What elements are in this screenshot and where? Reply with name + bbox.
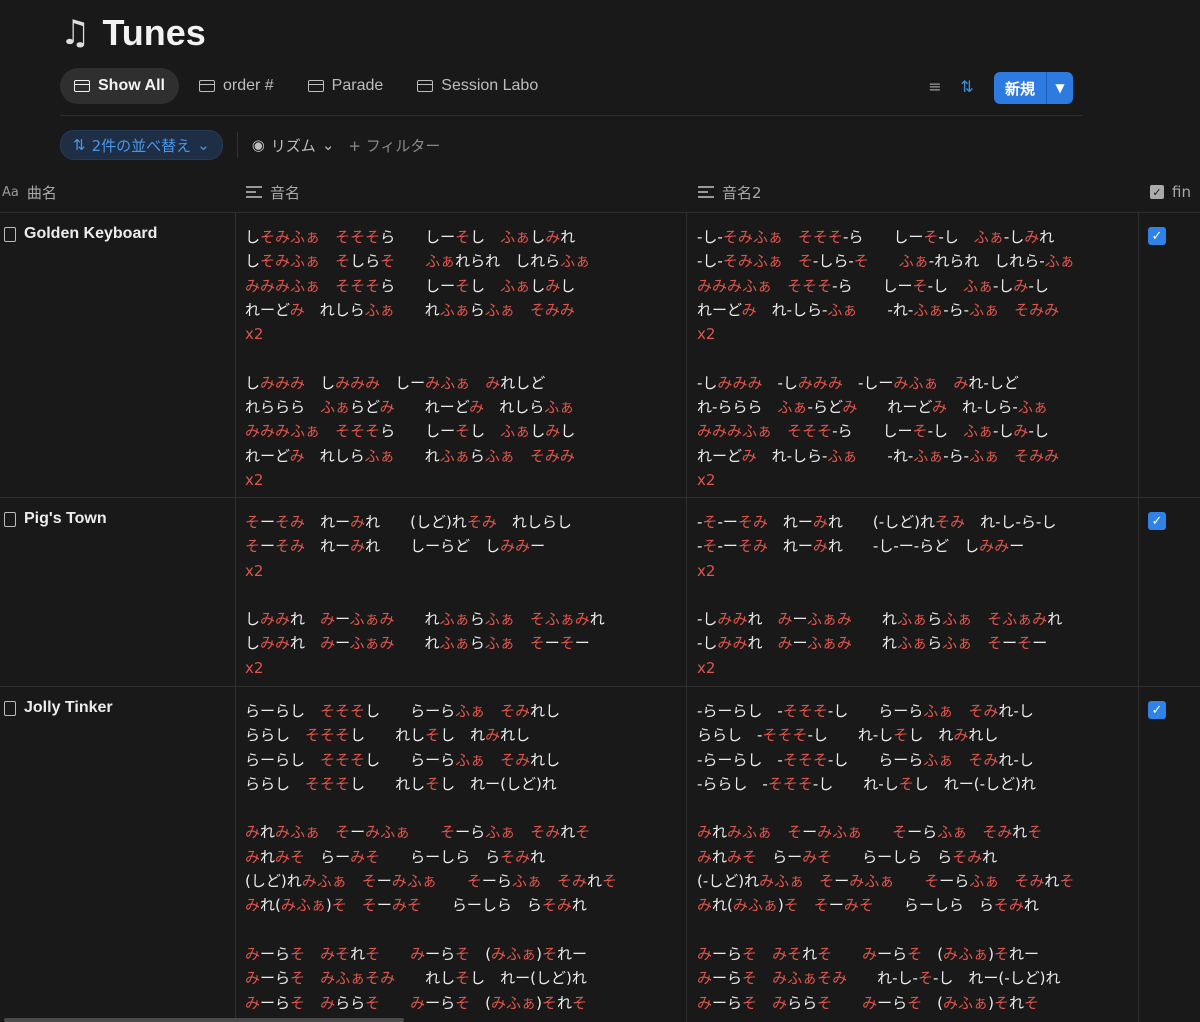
column-header-name[interactable]: Aa 曲名 — [2, 172, 57, 212]
chevron-down-icon: ⌄ — [321, 136, 335, 154]
row-title[interactable]: Jolly Tinker — [4, 699, 113, 717]
tab-label: order # — [222, 77, 274, 94]
musical-notes-icon: ♫ — [60, 13, 91, 53]
sort-icon: ⇅ — [73, 136, 86, 154]
notes2-cell[interactable]: -らーらし -そそそ-し らーらふぁ そみれ-し ららし -そそそ-し れ-しそ… — [697, 699, 1074, 1015]
column-header-notes[interactable]: 音名 — [246, 172, 300, 212]
horizontal-scrollbar[interactable] — [4, 1018, 404, 1022]
fin-checkbox[interactable]: ✓ — [1148, 227, 1166, 245]
tab-session-labo[interactable]: Session Labo — [403, 68, 552, 104]
page-icon — [4, 511, 16, 527]
table-icon — [198, 80, 215, 92]
filter-bar: ⇅ 2件の並べ替え ⌄ ◉ リズム ⌄ + フィルター — [60, 130, 440, 160]
notes2-cell[interactable]: -そ-ーそみ れーみれ (-しど)れそみ れ-し-ら-し -そ-ーそみ れーみれ… — [697, 510, 1062, 680]
text-property-icon — [698, 186, 714, 198]
table-header: Aa 曲名 音名 音名2 ✓ fin — [0, 172, 1200, 213]
new-button-label[interactable]: 新規 — [994, 72, 1046, 104]
table-icon — [417, 80, 434, 92]
filter-icon[interactable]: ≡ — [926, 77, 944, 96]
table-row[interactable]: Pig's Town そーそみ れーみれ (しど)れそみ れしらし そーそみ れ… — [0, 498, 1200, 687]
title-property-icon: Aa — [2, 184, 19, 200]
table-icon — [307, 80, 324, 92]
divider — [236, 132, 238, 158]
sort-icon[interactable]: ⇅ — [958, 77, 976, 96]
row-name: Golden Keyboard — [24, 225, 158, 242]
new-button[interactable]: 新規 ▼ — [994, 72, 1073, 104]
row-title[interactable]: Pig's Town — [4, 510, 107, 528]
column-label: 音名 — [270, 183, 301, 202]
column-label: fin — [1172, 183, 1191, 201]
rhythm-filter-label: リズム — [270, 136, 316, 155]
page-title: Tunes — [102, 12, 206, 53]
tab-order[interactable]: order # — [185, 68, 288, 104]
tab-parade[interactable]: Parade — [294, 68, 398, 104]
chevron-down-icon: ⌄ — [197, 136, 210, 154]
view-tabs: Show All order # Parade Session Labo — [60, 68, 552, 104]
tab-label: Parade — [331, 77, 384, 94]
notes-cell[interactable]: らーらし そそそし らーらふぁ そみれし ららし そそそし れしそし れみれし … — [245, 699, 617, 1015]
chevron-down-icon[interactable]: ▼ — [1046, 72, 1073, 104]
sort-pill[interactable]: ⇅ 2件の並べ替え ⌄ — [60, 130, 223, 160]
page-icon — [4, 700, 16, 716]
notes-cell[interactable]: そーそみ れーみれ (しど)れそみ れしらし そーそみ れーみれ しーらど しみ… — [245, 510, 605, 680]
add-filter-button[interactable]: + フィルター — [348, 135, 440, 156]
divider — [60, 115, 1082, 116]
page-icon — [4, 226, 16, 242]
tab-label: Session Labo — [441, 77, 539, 94]
column-header-fin[interactable]: ✓ fin — [1150, 172, 1191, 212]
row-name: Jolly Tinker — [24, 699, 113, 716]
column-label: 音名2 — [722, 183, 762, 202]
select-circle-icon: ◉ — [251, 136, 265, 154]
tab-label: Show All — [98, 77, 165, 94]
row-name: Pig's Town — [24, 510, 107, 527]
notes2-cell[interactable]: -し-そみふぁ そそそ-ら しーそ-し ふぁ-しみれ -し-そみふぁ そ-しら-… — [697, 225, 1075, 492]
sort-label: 2件の並べ替え — [91, 136, 192, 155]
table-row[interactable]: Jolly Tinker らーらし そそそし らーらふぁ そみれし ららし そそ… — [0, 687, 1200, 1022]
tab-show-all[interactable]: Show All — [60, 68, 179, 104]
fin-checkbox[interactable]: ✓ — [1148, 512, 1166, 530]
column-label: 曲名 — [26, 183, 57, 202]
row-title[interactable]: Golden Keyboard — [4, 225, 157, 243]
table-row[interactable]: Golden Keyboard しそみふぁ そそそら しーそし ふぁしみれ しそ… — [0, 213, 1200, 498]
rhythm-filter[interactable]: ◉ リズム ⌄ — [252, 135, 335, 156]
checkbox-property-icon: ✓ — [1150, 185, 1164, 199]
table-icon — [74, 80, 90, 92]
notes-cell[interactable]: しそみふぁ そそそら しーそし ふぁしみれ しそみふぁ そしらそ ふぁれられ し… — [245, 225, 590, 492]
page-header: ♫ Tunes — [60, 12, 206, 54]
fin-checkbox[interactable]: ✓ — [1148, 701, 1166, 719]
column-header-notes2[interactable]: 音名2 — [698, 172, 762, 212]
text-property-icon — [246, 186, 262, 198]
